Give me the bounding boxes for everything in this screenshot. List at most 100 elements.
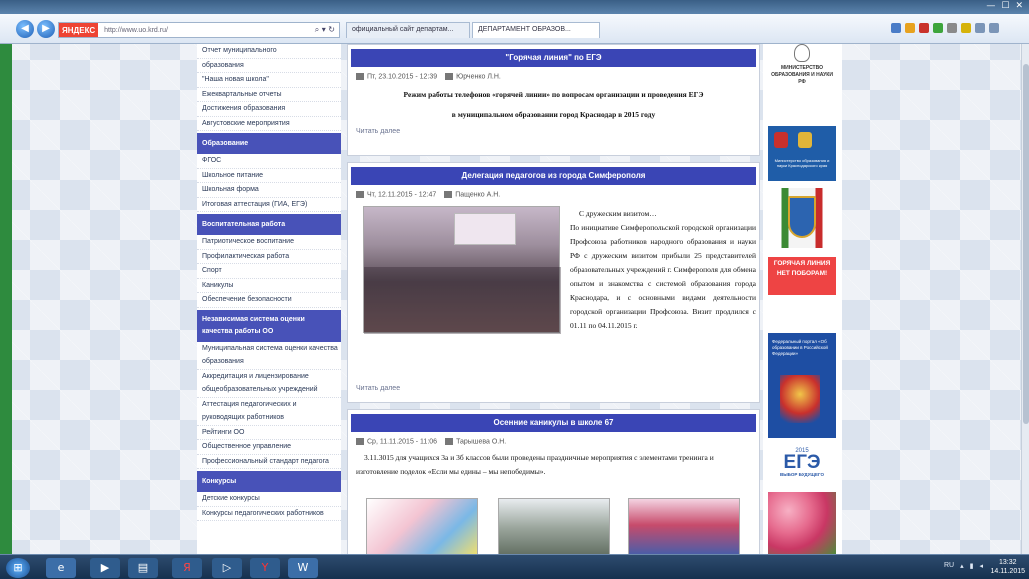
nav-item[interactable]: Общественное управление — [197, 440, 341, 455]
article-date: Чт, 12.11.2015 - 12:47 — [367, 191, 437, 199]
flowers-banner[interactable] — [768, 492, 836, 554]
left-navigation: Отчет муниципального образования "Наша н… — [197, 44, 341, 554]
article-title[interactable]: Делегация педагогов из города Симферопол… — [351, 167, 756, 185]
main-content: "Горячая линия" по ЕГЭ Пт, 23.10.2015 - … — [347, 44, 760, 554]
ege-logo: ЕГЭ — [783, 452, 821, 473]
nav-item[interactable]: Достижения образования — [197, 102, 341, 117]
ege-banner[interactable]: 2015 ЕГЭ ВЫБОР БУДУЩЕГО — [768, 448, 836, 486]
nav-section-contests[interactable]: Конкурсы — [197, 471, 341, 492]
nav-item[interactable]: Итоговая аттестация (ГИА, ЕГЭ) — [197, 198, 341, 212]
gallery-photo[interactable] — [628, 498, 740, 554]
start-button[interactable]: ⊞ — [6, 558, 30, 578]
back-arrow-icon[interactable]: ◀ — [16, 20, 34, 38]
nav-item[interactable]: Августовские мероприятия — [197, 117, 341, 131]
article-title[interactable]: Осенние каникулы в школе 67 — [351, 414, 756, 432]
url-field[interactable]: http://www.uo.krd.ru/ — [98, 27, 315, 34]
tab-department[interactable]: ДЕПАРТАМЕНТ ОБРАЗОВ... — [472, 22, 600, 38]
close-button[interactable]: ✕ — [1015, 1, 1023, 11]
maximize-button[interactable]: ☐ — [1001, 1, 1009, 11]
nav-item[interactable]: Рейтинги ОО — [197, 426, 341, 440]
nav-item[interactable]: Аттестация педагогических и руководящих … — [197, 398, 341, 426]
forward-arrow-icon[interactable]: ▶ — [37, 20, 55, 38]
player-icon[interactable]: ▷ — [212, 558, 242, 578]
address-bar[interactable]: ЯНДЕКС http://www.uo.krd.ru/ ⌕ ▾ ↻ — [58, 22, 340, 38]
right-sidebar: МИНИСТЕРСТВО ОБРАЗОВАНИЯ И НАУКИ РФ Мини… — [763, 44, 842, 554]
word-icon[interactable]: W — [288, 558, 318, 578]
home-icon[interactable] — [961, 23, 971, 33]
clock[interactable]: 13:32 14.11.2015 — [990, 558, 1025, 576]
extension-icon[interactable] — [905, 23, 915, 33]
gear-icon[interactable] — [989, 23, 999, 33]
tab-official-site[interactable]: официальный сайт департам... — [346, 22, 470, 38]
krasnodar-ministry-banner[interactable]: Министерство образования и науки Краснод… — [768, 126, 836, 181]
clock-date: 14.11.2015 — [990, 568, 1025, 575]
kuban-coat-of-arms-banner[interactable] — [768, 188, 836, 248]
language-indicator[interactable]: RU — [944, 562, 954, 570]
network-icon[interactable]: ▮ — [970, 562, 974, 570]
eagle-emblem-icon — [780, 375, 820, 423]
nav-item[interactable]: Муниципальная система оценки качества об… — [197, 342, 341, 370]
read-more-link[interactable]: Читать далее — [348, 122, 759, 145]
ministry-banner[interactable]: МИНИСТЕРСТВО ОБРАЗОВАНИЯ И НАУКИ РФ — [768, 44, 836, 102]
article-author: Тарышева О.Н. — [456, 438, 507, 446]
federal-portal-banner[interactable]: Федеральный портал «Об образовании в Рос… — [768, 333, 836, 438]
calendar-icon — [356, 191, 364, 198]
nav-item[interactable]: Патриотическое воспитание — [197, 235, 341, 250]
article-body-line: в муниципальном образовании город Красно… — [451, 110, 656, 120]
nav-item[interactable]: Школьная форма — [197, 183, 341, 198]
nav-item[interactable]: "Наша новая школа" — [197, 73, 341, 88]
browser-extension-icons — [891, 23, 999, 33]
ege-subtitle: ВЫБОР БУДУЩЕГО — [780, 472, 824, 477]
extension-icon[interactable] — [919, 23, 929, 33]
hotline-banner[interactable]: ГОРЯЧАЯ ЛИНИЯ НЕТ ПОБОРАМ! — [768, 257, 836, 295]
window-title-bar: — ☐ ✕ — [0, 0, 1029, 14]
nav-section-upbringing[interactable]: Воспитательная работа — [197, 214, 341, 235]
article-hotline: "Горячая линия" по ЕГЭ Пт, 23.10.2015 - … — [347, 44, 760, 156]
coat-of-arms-icon — [798, 132, 812, 148]
folder-icon[interactable]: ▤ — [128, 558, 158, 578]
ie-icon[interactable]: e — [46, 558, 76, 578]
nav-item[interactable]: Конкурсы педагогических работников — [197, 507, 341, 521]
tray-arrow-icon[interactable]: ▴ — [960, 562, 964, 570]
read-more-link[interactable]: Читать далее — [348, 379, 408, 402]
nav-item[interactable]: Спорт — [197, 264, 341, 279]
nav-section-education[interactable]: Образование — [197, 133, 341, 154]
nav-item[interactable]: ФГОС — [197, 154, 341, 169]
nav-item[interactable]: образования — [197, 59, 341, 73]
nav-item[interactable]: Каникулы — [197, 279, 341, 293]
article-intro: С дружеским визитом… — [579, 209, 657, 218]
extension-icon[interactable] — [947, 23, 957, 33]
window-controls: — ☐ ✕ — [986, 1, 1023, 11]
gallery-photo[interactable] — [366, 498, 478, 554]
nav-item[interactable]: Школьное питание — [197, 169, 341, 183]
user-icon — [444, 191, 453, 198]
calendar-icon — [356, 438, 364, 445]
scrollbar-thumb[interactable] — [1023, 64, 1029, 424]
nav-item[interactable]: Отчет муниципального — [197, 44, 341, 59]
yandex-icon[interactable]: Я — [172, 558, 202, 578]
minimize-button[interactable]: — — [986, 1, 995, 11]
tab-label: официальный сайт департам... — [352, 26, 454, 33]
extension-icon[interactable] — [891, 23, 901, 33]
yandex-browser-icon[interactable]: Y — [250, 558, 280, 578]
page-scrollbar[interactable] — [1021, 44, 1029, 554]
article-title[interactable]: "Горячая линия" по ЕГЭ — [351, 49, 756, 67]
gallery-photo[interactable] — [498, 498, 610, 554]
article-date: Ср, 11.11.2015 - 11:06 — [367, 438, 438, 446]
volume-icon[interactable]: ◂ — [979, 562, 983, 570]
star-icon[interactable] — [975, 23, 985, 33]
nav-item[interactable]: Ежеквартальные отчеты — [197, 88, 341, 102]
nav-item[interactable]: Детские конкурсы — [197, 492, 341, 507]
search-refresh-icons[interactable]: ⌕ ▾ ↻ — [315, 25, 339, 35]
extension-icon[interactable] — [933, 23, 943, 33]
nav-item[interactable]: Обеспечение безопасности — [197, 293, 341, 308]
coat-of-arms-icon — [774, 132, 788, 148]
nav-item[interactable]: Аккредитация и лицензирование общеобразо… — [197, 370, 341, 398]
nav-item[interactable]: Профессиональный стандарт педагога — [197, 455, 341, 469]
media-icon[interactable]: ▶ — [90, 558, 120, 578]
nav-section-quality[interactable]: Независимая система оценки качества рабо… — [197, 309, 341, 342]
article-author: Юрченко Л.Н. — [456, 73, 501, 81]
article-meta: Ср, 11.11.2015 - 11:06 Тарышева О.Н. — [348, 436, 759, 447]
yandex-logo: ЯНДЕКС — [59, 23, 99, 37]
nav-item[interactable]: Профилактическая работа — [197, 250, 341, 264]
